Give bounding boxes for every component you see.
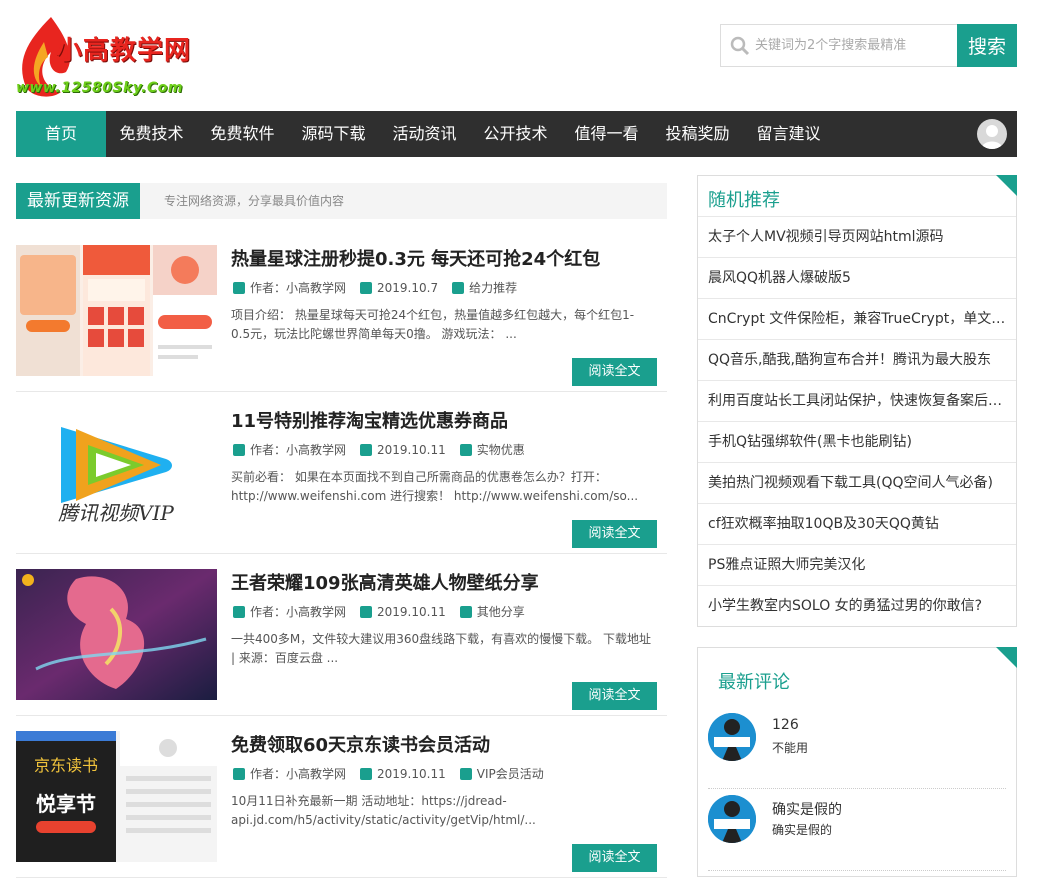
post-thumbnail[interactable] <box>16 245 217 376</box>
recommend-link[interactable]: PS雅点证照大师完美汉化 <box>698 544 1016 585</box>
clock-icon <box>360 281 373 294</box>
post-item: 王者荣耀109张高清英雄人物壁纸分享 作者：小高教学网 2019.10.11 其… <box>16 569 667 716</box>
post-date: 2019.10.11 <box>377 766 446 781</box>
jd-read-text: 京东读书 <box>34 756 98 775</box>
post-category[interactable]: 实物优惠 <box>477 441 525 458</box>
corner-decoration <box>996 175 1017 196</box>
search-box <box>720 24 957 67</box>
clock-icon <box>360 443 373 456</box>
category-icon <box>459 443 472 456</box>
recommend-link[interactable]: 太子个人MV视频引导页网站html源码 <box>698 216 1016 257</box>
nav-item-home[interactable]: 首页 <box>16 111 106 157</box>
recommend-link[interactable]: 手机Q钻强绑软件(黑卡也能刷钻) <box>698 421 1016 462</box>
post-thumbnail[interactable]: 京东读书 悦享节 <box>16 731 217 862</box>
clock-icon <box>360 767 373 780</box>
recommend-link[interactable]: 晨风QQ机器人爆破版5 <box>698 257 1016 298</box>
post-excerpt: 项目介绍： 热量星球每天可抢24个红包，热量值越多红包越大，每个红包1-0.5元… <box>231 308 635 341</box>
search-button[interactable]: 搜索 <box>957 24 1017 67</box>
read-more-button[interactable]: 阅读全文 <box>572 682 657 710</box>
nav-item-free-software[interactable]: 免费软件 <box>197 111 288 157</box>
recommend-link[interactable]: CnCrypt 文件保险柜，兼容TrueCrypt，单文件加密工具 <box>698 298 1016 339</box>
comment-item[interactable]: 126 不能用 <box>708 713 1006 789</box>
read-more-button[interactable]: 阅读全文 <box>572 844 657 872</box>
comment-text: 不能用 <box>772 741 809 755</box>
section-subtitle: 专注网络资源，分享最具价值内容 <box>164 194 345 208</box>
comment-author: 确实是假的 <box>772 802 842 818</box>
avatar <box>708 795 756 843</box>
post-meta: 作者：小高教学网 2019.10.11 其他分享 <box>233 603 539 620</box>
post-title[interactable]: 热量星球注册秒提0.3元 每天还可抢24个红包 <box>231 245 600 271</box>
post-excerpt: 10月11日补充最新一期 活动地址：https://jdread-api.jd.… <box>231 794 536 827</box>
post-author: 作者：小高教学网 <box>250 281 347 295</box>
nav-item-feedback[interactable]: 留言建议 <box>743 111 834 157</box>
nav-item-worth-seeing[interactable]: 值得一看 <box>561 111 652 157</box>
recommend-link[interactable]: 小学生教室内SOLO 女的勇猛过男的你敢信? <box>698 585 1016 626</box>
jd-festival-text: 悦享节 <box>36 792 96 816</box>
comment-author: 126 <box>772 717 799 733</box>
post-title[interactable]: 11号特别推荐淘宝精选优惠券商品 <box>231 407 508 433</box>
widget-title: 最新评论 <box>718 672 790 693</box>
latest-comments-widget: 最新评论 126 不能用 确实是假的 确实是假的 <box>697 647 1017 877</box>
post-title[interactable]: 免费领取60天京东读书会员活动 <box>231 731 490 757</box>
category-icon <box>452 281 465 294</box>
post-category[interactable]: 给力推荐 <box>469 279 517 296</box>
post-thumbnail[interactable] <box>16 569 217 700</box>
post-thumbnail[interactable]: 腾讯视频VIP <box>16 407 217 538</box>
nav-item-activity-news[interactable]: 活动资讯 <box>379 111 470 157</box>
widget-title: 随机推荐 <box>708 190 780 211</box>
avatar <box>708 713 756 761</box>
nav-item-submission-reward[interactable]: 投稿奖励 <box>652 111 743 157</box>
post-item: 腾讯视频VIP 11号特别推荐淘宝精选优惠券商品 作者：小高教学网 2019.1… <box>16 407 667 554</box>
random-recommend-widget: 随机推荐 太子个人MV视频引导页网站html源码 晨风QQ机器人爆破版5 CnC… <box>697 175 1017 627</box>
comment-item[interactable]: 确实是假的 确实是假的 <box>708 795 1006 871</box>
post-category[interactable]: VIP会员活动 <box>477 765 544 782</box>
logo-url: www.12580Sky.Com <box>16 80 183 96</box>
main-nav: 首页 免费技术 免费软件 源码下载 活动资讯 公开技术 值得一看 投稿奖励 留言… <box>16 111 1017 157</box>
post-date: 2019.10.11 <box>377 442 446 457</box>
section-title: 最新更新资源 <box>16 183 140 219</box>
author-icon <box>233 281 245 294</box>
post-excerpt: 买前必看： 如果在本页面找不到自己所需商品的优惠卷怎么办？打开：http://w… <box>231 470 639 503</box>
section-header: 最新更新资源 专注网络资源，分享最具价值内容 <box>16 183 667 219</box>
post-meta: 作者：小高教学网 2019.10.11 VIP会员活动 <box>233 765 558 782</box>
search-icon <box>730 36 750 56</box>
author-icon <box>233 443 245 456</box>
clock-icon <box>360 605 373 618</box>
post-date: 2019.10.11 <box>377 604 446 619</box>
post-author: 作者：小高教学网 <box>250 605 347 619</box>
user-avatar-icon[interactable] <box>977 119 1007 149</box>
category-icon <box>459 767 472 780</box>
post-meta: 作者：小高教学网 2019.10.7 给力推荐 <box>233 279 531 296</box>
tencent-video-text: 腾讯视频VIP <box>58 501 174 525</box>
post-author: 作者：小高教学网 <box>250 767 347 781</box>
post-meta: 作者：小高教学网 2019.10.11 实物优惠 <box>233 441 539 458</box>
recommend-link[interactable]: cf狂欢概率抽取10QB及30天QQ黄钻 <box>698 503 1016 544</box>
corner-decoration <box>996 647 1017 668</box>
author-icon <box>233 605 245 618</box>
post-excerpt: 一共400多M，文件较大建议用360盘线路下载，有喜欢的慢慢下载。 下载地址 |… <box>231 632 651 665</box>
read-more-button[interactable]: 阅读全文 <box>572 358 657 386</box>
comment-text: 确实是假的 <box>772 823 833 837</box>
post-category[interactable]: 其他分享 <box>477 603 525 620</box>
author-icon <box>233 767 245 780</box>
post-item: 热量星球注册秒提0.3元 每天还可抢24个红包 作者：小高教学网 2019.10… <box>16 245 667 392</box>
post-item: 京东读书 悦享节 免费领取60天京东读书会员活动 作者：小高教学网 2019.1… <box>16 731 667 878</box>
category-icon <box>459 605 472 618</box>
post-author: 作者：小高教学网 <box>250 443 347 457</box>
recommend-link[interactable]: 美拍热门视频观看下载工具(QQ空间人气必备) <box>698 462 1016 503</box>
search-bar: 搜索 <box>720 24 1017 67</box>
read-more-button[interactable]: 阅读全文 <box>572 520 657 548</box>
nav-item-public-tech[interactable]: 公开技术 <box>470 111 561 157</box>
recommend-link[interactable]: QQ音乐,酷我,酷狗宣布合并！腾讯为最大股东 <box>698 339 1016 380</box>
logo-text: 小高教学网 <box>56 36 192 66</box>
recommend-link[interactable]: 利用百度站长工具闭站保护，快速恢复备案后网站排名 <box>698 380 1016 421</box>
post-title[interactable]: 王者荣耀109张高清英雄人物壁纸分享 <box>231 569 539 595</box>
search-input[interactable] <box>755 26 953 65</box>
post-date: 2019.10.7 <box>377 280 439 295</box>
site-logo[interactable]: 小高教学网 www.12580Sky.Com <box>16 12 221 102</box>
nav-item-free-tech[interactable]: 免费技术 <box>106 111 197 157</box>
nav-item-source-download[interactable]: 源码下载 <box>288 111 379 157</box>
